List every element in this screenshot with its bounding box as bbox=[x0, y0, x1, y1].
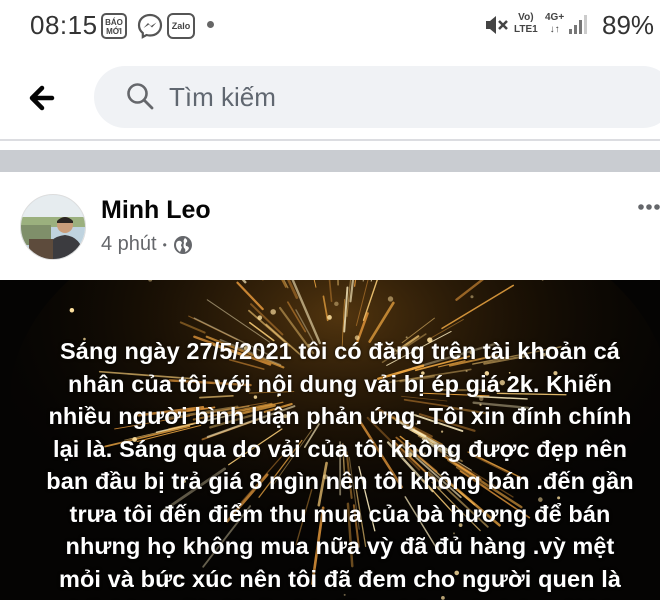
signal-icon bbox=[568, 13, 590, 35]
post-text-line: nhân của tôi với nội dung vải bị ép giá … bbox=[68, 370, 612, 397]
arrow-left-icon bbox=[29, 85, 55, 111]
avatar[interactable] bbox=[20, 194, 86, 260]
globe-icon[interactable] bbox=[173, 235, 193, 255]
post-meta: 4 phút • bbox=[101, 233, 193, 256]
volte-indicator: Vo) LTE1 bbox=[514, 12, 538, 35]
post-text-line: trưa tôi đến điểm thu mua của bà hương đ… bbox=[69, 500, 611, 527]
post-text-line: lại là. Sáng qua do vải của tôi không đư… bbox=[52, 435, 628, 462]
network-indicator: 4G+ ↓↑ bbox=[545, 12, 565, 35]
post-text-line: nhưng họ không mua nữa vỳ đã đủ hàng .vỳ… bbox=[65, 533, 615, 559]
header-divider bbox=[0, 139, 660, 141]
spark-dot bbox=[327, 315, 332, 320]
author-name[interactable]: Minh Leo bbox=[101, 196, 211, 225]
status-bar: 08:15 BÁO MỚI Zalo Vo) LTE1 4G+ ↓↑ 89% bbox=[0, 0, 660, 52]
spark-dot bbox=[270, 309, 276, 315]
status-time: 08:15 bbox=[30, 10, 98, 40]
post-text-line: hết hàng rồi tôi về nhà đăng thông tin b… bbox=[40, 595, 640, 600]
spark-dot bbox=[69, 307, 75, 313]
search-icon bbox=[127, 83, 154, 110]
spark-dot bbox=[387, 296, 394, 302]
meta-separator: • bbox=[162, 237, 167, 252]
spark-dot bbox=[470, 295, 474, 299]
more-options-button[interactable] bbox=[636, 200, 660, 214]
post-text-line: mỏi và bức xúc nên tôi đã đem cho người … bbox=[58, 565, 622, 592]
post-content[interactable]: Sáng ngày 27/5/2021 tôi có đăng trên tài… bbox=[0, 280, 660, 600]
spark-dot bbox=[257, 315, 263, 321]
back-button[interactable] bbox=[22, 78, 66, 118]
post-text-line: ban đầu bị trả giá 8 ngìn nên tôi không … bbox=[46, 468, 634, 494]
messenger-icon bbox=[137, 13, 163, 39]
more-horizontal-icon bbox=[638, 204, 660, 210]
spark-dot bbox=[334, 301, 339, 307]
notification-dot-icon bbox=[207, 21, 214, 28]
search-input[interactable] bbox=[169, 80, 589, 114]
mute-icon bbox=[484, 13, 510, 37]
post-time[interactable]: 4 phút bbox=[101, 233, 157, 256]
baomoi-icon: BÁO MỚI bbox=[101, 13, 127, 39]
app-header bbox=[0, 52, 660, 140]
post-text-line: Sáng ngày 27/5/2021 tôi có đăng trên tài… bbox=[60, 338, 620, 364]
search-bar[interactable] bbox=[94, 66, 660, 128]
feed-separator bbox=[0, 150, 660, 172]
post-header: Minh Leo 4 phút • bbox=[0, 172, 660, 280]
zalo-icon: Zalo bbox=[167, 13, 195, 39]
post-text-line: nhiều người bình luận phản ứng. Tôi xin … bbox=[48, 403, 632, 429]
post-text: Sáng ngày 27/5/2021 tôi có đăng trên tài… bbox=[40, 335, 640, 600]
battery-level: 89% bbox=[602, 10, 655, 40]
